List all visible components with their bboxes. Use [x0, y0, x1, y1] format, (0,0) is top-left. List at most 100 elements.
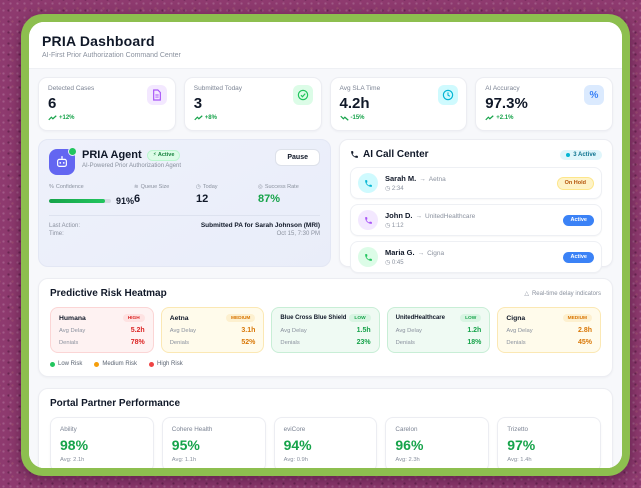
- check-circle-icon: [293, 85, 313, 105]
- call-center-title: AI Call Center: [363, 149, 429, 160]
- pause-button[interactable]: Pause: [275, 149, 320, 166]
- today-value: 12: [196, 193, 258, 205]
- last-action-value: Submitted PA for Sarah Johnson (MRI): [201, 222, 320, 229]
- low-risk-dot-icon: [50, 362, 55, 367]
- stat-card-detected-cases: Detected Cases 6 +12%: [38, 77, 176, 131]
- denials-value: 23%: [357, 339, 371, 346]
- decorative-purple-frame: PRIA Dashboard AI-First Prior Authorizat…: [0, 0, 641, 488]
- trend-down-icon: [340, 115, 349, 121]
- arrow-icon: →: [416, 213, 423, 220]
- agent-callcenter-row: PRIA Agent ⚡ Active AI-Powered Prior Aut…: [38, 139, 613, 267]
- queue-size-value: 6: [134, 193, 196, 205]
- confidence-progress-fill: [49, 199, 105, 203]
- green-border-frame: PRIA Dashboard AI-First Prior Authorizat…: [21, 14, 630, 476]
- stat-trend: +8%: [194, 115, 312, 121]
- queue-mini-icon: ≋: [134, 184, 139, 190]
- call-row-sarah[interactable]: Sarah M. → Aetna ◷ 2:34 On Hold: [350, 167, 602, 199]
- arrow-icon: →: [418, 250, 425, 257]
- denials-label: Denials: [59, 340, 78, 346]
- heatmap-title: Predictive Risk Heatmap: [50, 288, 167, 299]
- page-subtitle: AI-First Prior Authorization Command Cen…: [42, 52, 609, 59]
- partner-value: 95%: [172, 437, 256, 453]
- denials-value: 78%: [131, 339, 145, 346]
- avg-delay-value: 3.1h: [241, 327, 255, 334]
- legend-label-high: High Risk: [157, 361, 183, 367]
- stat-trend: -15%: [340, 115, 458, 121]
- heatmap-card-cigna: Cigna MEDIUM Avg Delay2.8h Denials45%: [497, 307, 601, 353]
- avg-delay-value: 1.5h: [357, 327, 371, 334]
- denials-label: Denials: [396, 340, 415, 346]
- high-risk-dot-icon: [149, 362, 154, 367]
- call-duration: ◷ 1:12: [385, 222, 563, 229]
- payer-name: UnitedHealthcare: [425, 213, 475, 220]
- denials-label: Denials: [170, 340, 189, 346]
- target-mini-icon: ◎: [258, 184, 263, 190]
- partner-card-evicore: eviCore 94% Avg: 0.9h: [274, 417, 378, 468]
- medium-risk-dot-icon: [94, 362, 99, 367]
- avg-delay-label: Avg Delay: [280, 328, 306, 334]
- call-row-john[interactable]: John D. → UnitedHealthcare ◷ 1:12 Active: [350, 204, 602, 236]
- caller-name: John D.: [385, 211, 413, 220]
- portal-partner-card: Portal Partner Performance Ability 98% A…: [38, 388, 613, 468]
- confidence-progress-track: [49, 199, 111, 203]
- confidence-value: 91%: [116, 196, 134, 206]
- denials-label: Denials: [280, 340, 299, 346]
- call-status-badge: On Hold: [557, 177, 594, 190]
- stat-trend-value: +2.1%: [496, 115, 513, 121]
- stat-trend: +12%: [48, 115, 166, 121]
- payer-name: UnitedHealthcare: [396, 315, 445, 321]
- last-action-section: Last Action: Submitted PA for Sarah John…: [49, 215, 320, 237]
- risk-badge: MEDIUM: [226, 314, 255, 322]
- warning-triangle-icon: △: [524, 290, 529, 297]
- partner-value: 97%: [507, 437, 591, 453]
- partner-value: 96%: [395, 437, 479, 453]
- call-duration: ◷ 2:34: [385, 185, 557, 192]
- partner-card-carelon: Carelon 96% Avg: 2.3h: [385, 417, 489, 468]
- stat-card-avg-sla-time: Avg SLA Time 4.2h -15%: [330, 77, 468, 131]
- partner-value: 98%: [60, 437, 144, 453]
- partner-avg: Avg: 1.4h: [507, 457, 591, 463]
- stat-card-ai-accuracy: AI Accuracy 97.3% +2.1% %: [475, 77, 613, 131]
- risk-badge: MEDIUM: [563, 314, 592, 322]
- caller-name: Maria G.: [385, 248, 415, 257]
- stat-trend: +2.1%: [485, 115, 603, 121]
- stat-trend-value: +12%: [59, 115, 75, 121]
- time-value: Oct 15, 7:30 PM: [277, 231, 320, 237]
- clock-icon: [438, 85, 458, 105]
- partner-card-ability: Ability 98% Avg: 2.1h: [50, 417, 154, 468]
- dashboard-header: PRIA Dashboard AI-First Prior Authorizat…: [29, 22, 622, 68]
- robot-icon: [49, 149, 75, 175]
- agent-metrics: %Confidence 91% ≋Queue Size: [49, 184, 320, 206]
- stat-trend-value: -15%: [351, 115, 365, 121]
- call-status-badge: Active: [563, 215, 594, 226]
- phone-icon: [358, 247, 378, 267]
- avg-delay-label: Avg Delay: [396, 328, 422, 334]
- phone-icon: [350, 150, 359, 159]
- partner-name: Cohere Health: [172, 426, 256, 433]
- active-dot-icon: [566, 153, 570, 157]
- metric-confidence: %Confidence 91%: [49, 184, 134, 206]
- call-row-maria[interactable]: Maria G. → Cigna ◷ 0:45 Active: [350, 241, 602, 273]
- avg-delay-value: 5.2h: [131, 327, 145, 334]
- agent-title: PRIA Agent: [82, 149, 142, 161]
- denials-value: 45%: [578, 339, 592, 346]
- legend-label-medium: Medium Risk: [102, 361, 137, 367]
- partner-avg: Avg: 0.9h: [284, 457, 368, 463]
- heatmap-card-bcbs: Blue Cross Blue Shield LOW Avg Delay1.5h…: [271, 307, 379, 353]
- metric-today: ◷Today 12: [196, 184, 258, 206]
- legend-label-low: Low Risk: [58, 361, 82, 367]
- partner-avg: Avg: 1.1h: [172, 457, 256, 463]
- partner-card-trizetto: Trizetto 97% Avg: 1.4h: [497, 417, 601, 468]
- stat-card-submitted-today: Submitted Today 3 +8%: [184, 77, 322, 131]
- payer-name: Cigna: [506, 315, 525, 322]
- trend-up-icon: [194, 115, 203, 121]
- percent-mini-icon: %: [49, 184, 54, 190]
- heatmap-note: △ Real-time delay indicators: [524, 290, 601, 297]
- pria-agent-card: PRIA Agent ⚡ Active AI-Powered Prior Aut…: [38, 139, 331, 267]
- denials-value: 18%: [467, 339, 481, 346]
- denials-value: 52%: [241, 339, 255, 346]
- avg-delay-value: 2.8h: [578, 327, 592, 334]
- heatmap-row: Humana HIGH Avg Delay5.2h Denials78% Aet…: [50, 307, 601, 353]
- stats-row: Detected Cases 6 +12% Submitted Today 3: [38, 77, 613, 131]
- partner-avg: Avg: 2.1h: [60, 457, 144, 463]
